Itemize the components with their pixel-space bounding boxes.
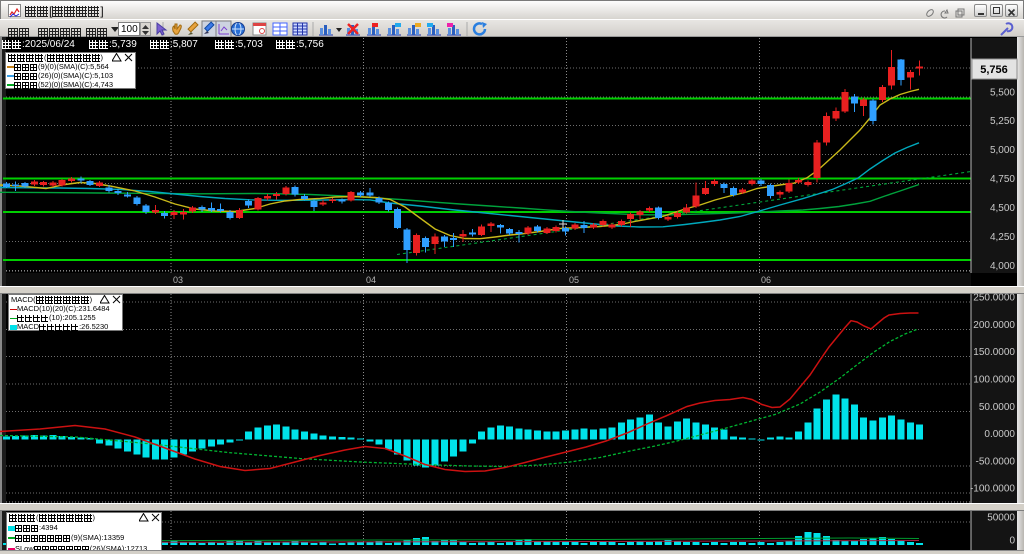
svg-text:50000: 50000 — [987, 513, 1015, 524]
svg-text:0: 0 — [1009, 536, 1015, 547]
